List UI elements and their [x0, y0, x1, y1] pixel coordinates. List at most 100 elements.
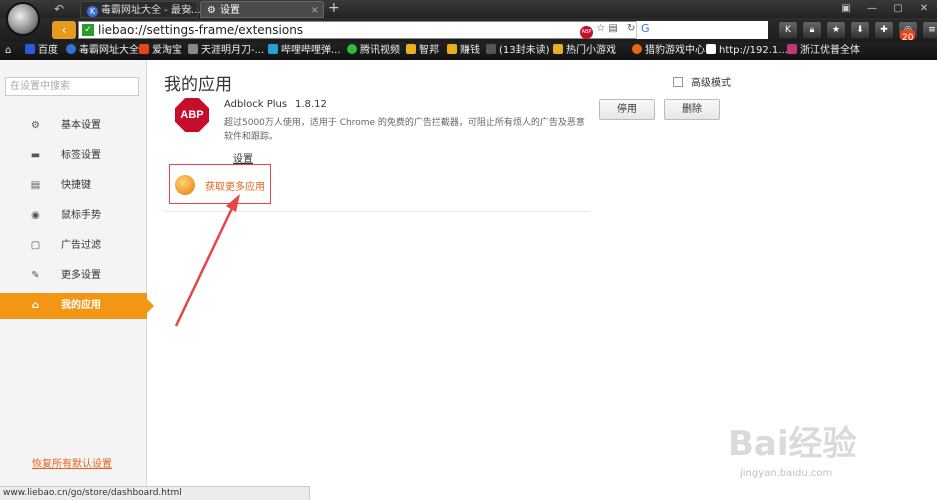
- baidu-icon: [25, 44, 35, 54]
- maximize-icon[interactable]: ▢: [885, 0, 911, 18]
- folder-icon: [553, 44, 563, 54]
- minimize-icon[interactable]: —: [859, 0, 885, 18]
- extension-description: 超过5000万人使用，适用于 Chrome 的免费的广告拦截器，可阻止所有烦人的…: [224, 118, 585, 142]
- google-icon: G: [641, 22, 650, 35]
- sidebar-item-my-apps[interactable]: ⌂ 我的应用: [0, 293, 154, 319]
- bookmark-item[interactable]: 百度: [25, 42, 58, 60]
- folder-icon: [406, 44, 416, 54]
- bookmark-bar: ⌂ 百度 毒霸网址大全 爱淘宝 天涯明月刀-... 哔哩哔哩弹... 腾讯视频 …: [0, 42, 937, 60]
- folder-icon: [447, 44, 457, 54]
- watermark-brand: Bai经验: [728, 424, 857, 464]
- close-tab-icon[interactable]: ×: [311, 2, 319, 19]
- bilibili-icon: [268, 44, 278, 54]
- undo-close-tab-icon[interactable]: ↶: [54, 2, 68, 16]
- restore-defaults-link[interactable]: 恢复所有默认设置: [32, 455, 112, 470]
- sidebar-item-label: 更多设置: [61, 270, 101, 281]
- baidu-watermark: Bai经验 jingyan.baidu.com: [716, 400, 906, 488]
- bookmark-item[interactable]: 热门小游戏: [553, 42, 616, 60]
- tab-favicon-icon: K: [87, 6, 98, 17]
- taobao-icon: [139, 44, 149, 54]
- tencent-video-icon: [347, 44, 357, 54]
- adblock-plus-icon: ABP: [175, 98, 209, 132]
- bookmark-item[interactable]: 爱淘宝: [139, 42, 182, 60]
- bookmark-item[interactable]: 智邦: [406, 42, 439, 60]
- close-tab-icon[interactable]: ×: [185, 2, 193, 19]
- notification-badge: 20: [900, 30, 916, 43]
- browser-logo-icon[interactable]: [6, 2, 40, 36]
- settings-sidebar: 在设置中搜索 ⚙ 基本设置 ▬ 标签设置 ▤ 快捷键 ◉ 鼠标手势 ▢ 广告过滤…: [0, 60, 154, 486]
- sidebar-item-label: 广告过滤: [61, 240, 101, 251]
- download-icon[interactable]: ⬇: [850, 21, 870, 39]
- star-icon[interactable]: ★: [826, 21, 846, 39]
- advanced-mode-label: 高级模式: [691, 78, 731, 89]
- tab-bar: ↶ K 毒霸网址大全 - 最安... × ⚙ 设置 × + ▣ — ▢ ✕: [0, 0, 937, 36]
- sidebar-item-label: 快捷键: [61, 180, 91, 191]
- home-icon[interactable]: ⌂: [5, 42, 11, 60]
- bookmark-item[interactable]: 天涯明月刀-...: [188, 42, 264, 60]
- star-icon[interactable]: ☆: [596, 23, 605, 34]
- tab-home[interactable]: K 毒霸网址大全 - 最安... ×: [80, 1, 201, 19]
- abp-badge-icon[interactable]: ABP: [580, 26, 593, 39]
- sidebar-item-more-settings[interactable]: ✎ 更多设置: [0, 263, 147, 289]
- get-more-apps-label: 获取更多应用: [205, 182, 265, 193]
- get-more-apps-button[interactable]: 获取更多应用: [169, 164, 271, 204]
- window-icon: ▢: [30, 240, 41, 251]
- address-bar: ‹ ✓ liebao://settings-frame/extensions A…: [0, 18, 937, 43]
- home-icon: ⌂: [31, 300, 40, 311]
- duba-icon: [66, 44, 76, 54]
- page-icon: [706, 44, 716, 54]
- refresh-icon[interactable]: ↻: [627, 23, 635, 34]
- bookmark-item[interactable]: 猎豹游戏中心: [632, 42, 705, 60]
- search-field[interactable]: G: [636, 21, 768, 39]
- sidebar-item-label: 基本设置: [61, 120, 101, 131]
- sidebar-item-label: 我的应用: [61, 300, 101, 311]
- bookmark-item[interactable]: http://192.1...: [706, 42, 788, 60]
- keyboard-icon: ▤: [30, 180, 41, 191]
- sidebar-item-mouse-gestures[interactable]: ◉ 鼠标手势: [0, 203, 147, 229]
- sidebar-item-ad-filter[interactable]: ▢ 广告过滤: [0, 233, 147, 259]
- status-bar: www.liebao.cn/go/store/dashboard.html: [0, 486, 310, 500]
- back-button[interactable]: ‹: [52, 21, 76, 39]
- skin-icon[interactable]: ▣: [833, 0, 859, 18]
- secure-check-icon: ✓: [82, 24, 94, 36]
- advanced-mode-checkbox[interactable]: [673, 77, 683, 87]
- bookmark-item[interactable]: 赚钱: [447, 42, 480, 60]
- menu-icon[interactable]: ▤: [608, 23, 617, 34]
- sidebar-item-basic[interactable]: ⚙ 基本设置: [0, 113, 147, 139]
- extension-settings-link[interactable]: 设置: [233, 150, 253, 165]
- k-icon[interactable]: K: [778, 21, 798, 39]
- sidebar-item-label: 标签设置: [61, 150, 101, 161]
- sidebar-item-label: 鼠标手势: [61, 210, 101, 221]
- url-text[interactable]: liebao://settings-frame/extensions: [98, 23, 303, 38]
- url-actions: ABP ☆ ▤ ↻: [580, 23, 635, 39]
- extension-name: Adblock Plus: [224, 99, 288, 110]
- gamepad-icon[interactable]: ✚: [874, 21, 894, 39]
- liebao-app-icon: [175, 175, 195, 195]
- mouse-icon: ◉: [31, 210, 40, 221]
- settings-search-input[interactable]: 在设置中搜索: [5, 77, 139, 96]
- lock-icon[interactable]: 🔒︎: [802, 21, 822, 39]
- sidebar-item-tabs[interactable]: ▬ 标签设置: [0, 143, 147, 169]
- site-icon: [787, 44, 797, 54]
- tab-settings[interactable]: ⚙ 设置 ×: [200, 1, 324, 18]
- bookmark-item[interactable]: 腾讯视频: [347, 42, 400, 60]
- bookmark-item[interactable]: 浙江优普全体: [787, 42, 860, 60]
- extension-version: 1.8.12: [295, 99, 327, 110]
- gear-icon: ⚙: [207, 5, 216, 16]
- menu-icon[interactable]: ≡: [922, 21, 937, 39]
- disable-button[interactable]: 停用: [599, 99, 655, 120]
- section-divider: [164, 211, 590, 212]
- delete-button[interactable]: 删除: [664, 99, 720, 120]
- advanced-mode-toggle[interactable]: 高级模式: [673, 74, 731, 89]
- tab-title: 设置: [219, 5, 240, 16]
- new-tab-button[interactable]: +: [328, 0, 340, 17]
- bookmark-item[interactable]: (13封未读) ...: [486, 42, 562, 60]
- bookmark-item[interactable]: 毒霸网址大全: [66, 42, 139, 60]
- close-window-icon[interactable]: ✕: [911, 0, 937, 18]
- bookmark-item[interactable]: 哔哩哔哩弹...: [268, 42, 341, 60]
- watermark-url: jingyan.baidu.com: [740, 468, 833, 479]
- sidebar-item-shortcuts[interactable]: ▤ 快捷键: [0, 173, 147, 199]
- sword-icon: [188, 44, 198, 54]
- game-center-icon: [632, 44, 642, 54]
- mail-icon: [486, 44, 496, 54]
